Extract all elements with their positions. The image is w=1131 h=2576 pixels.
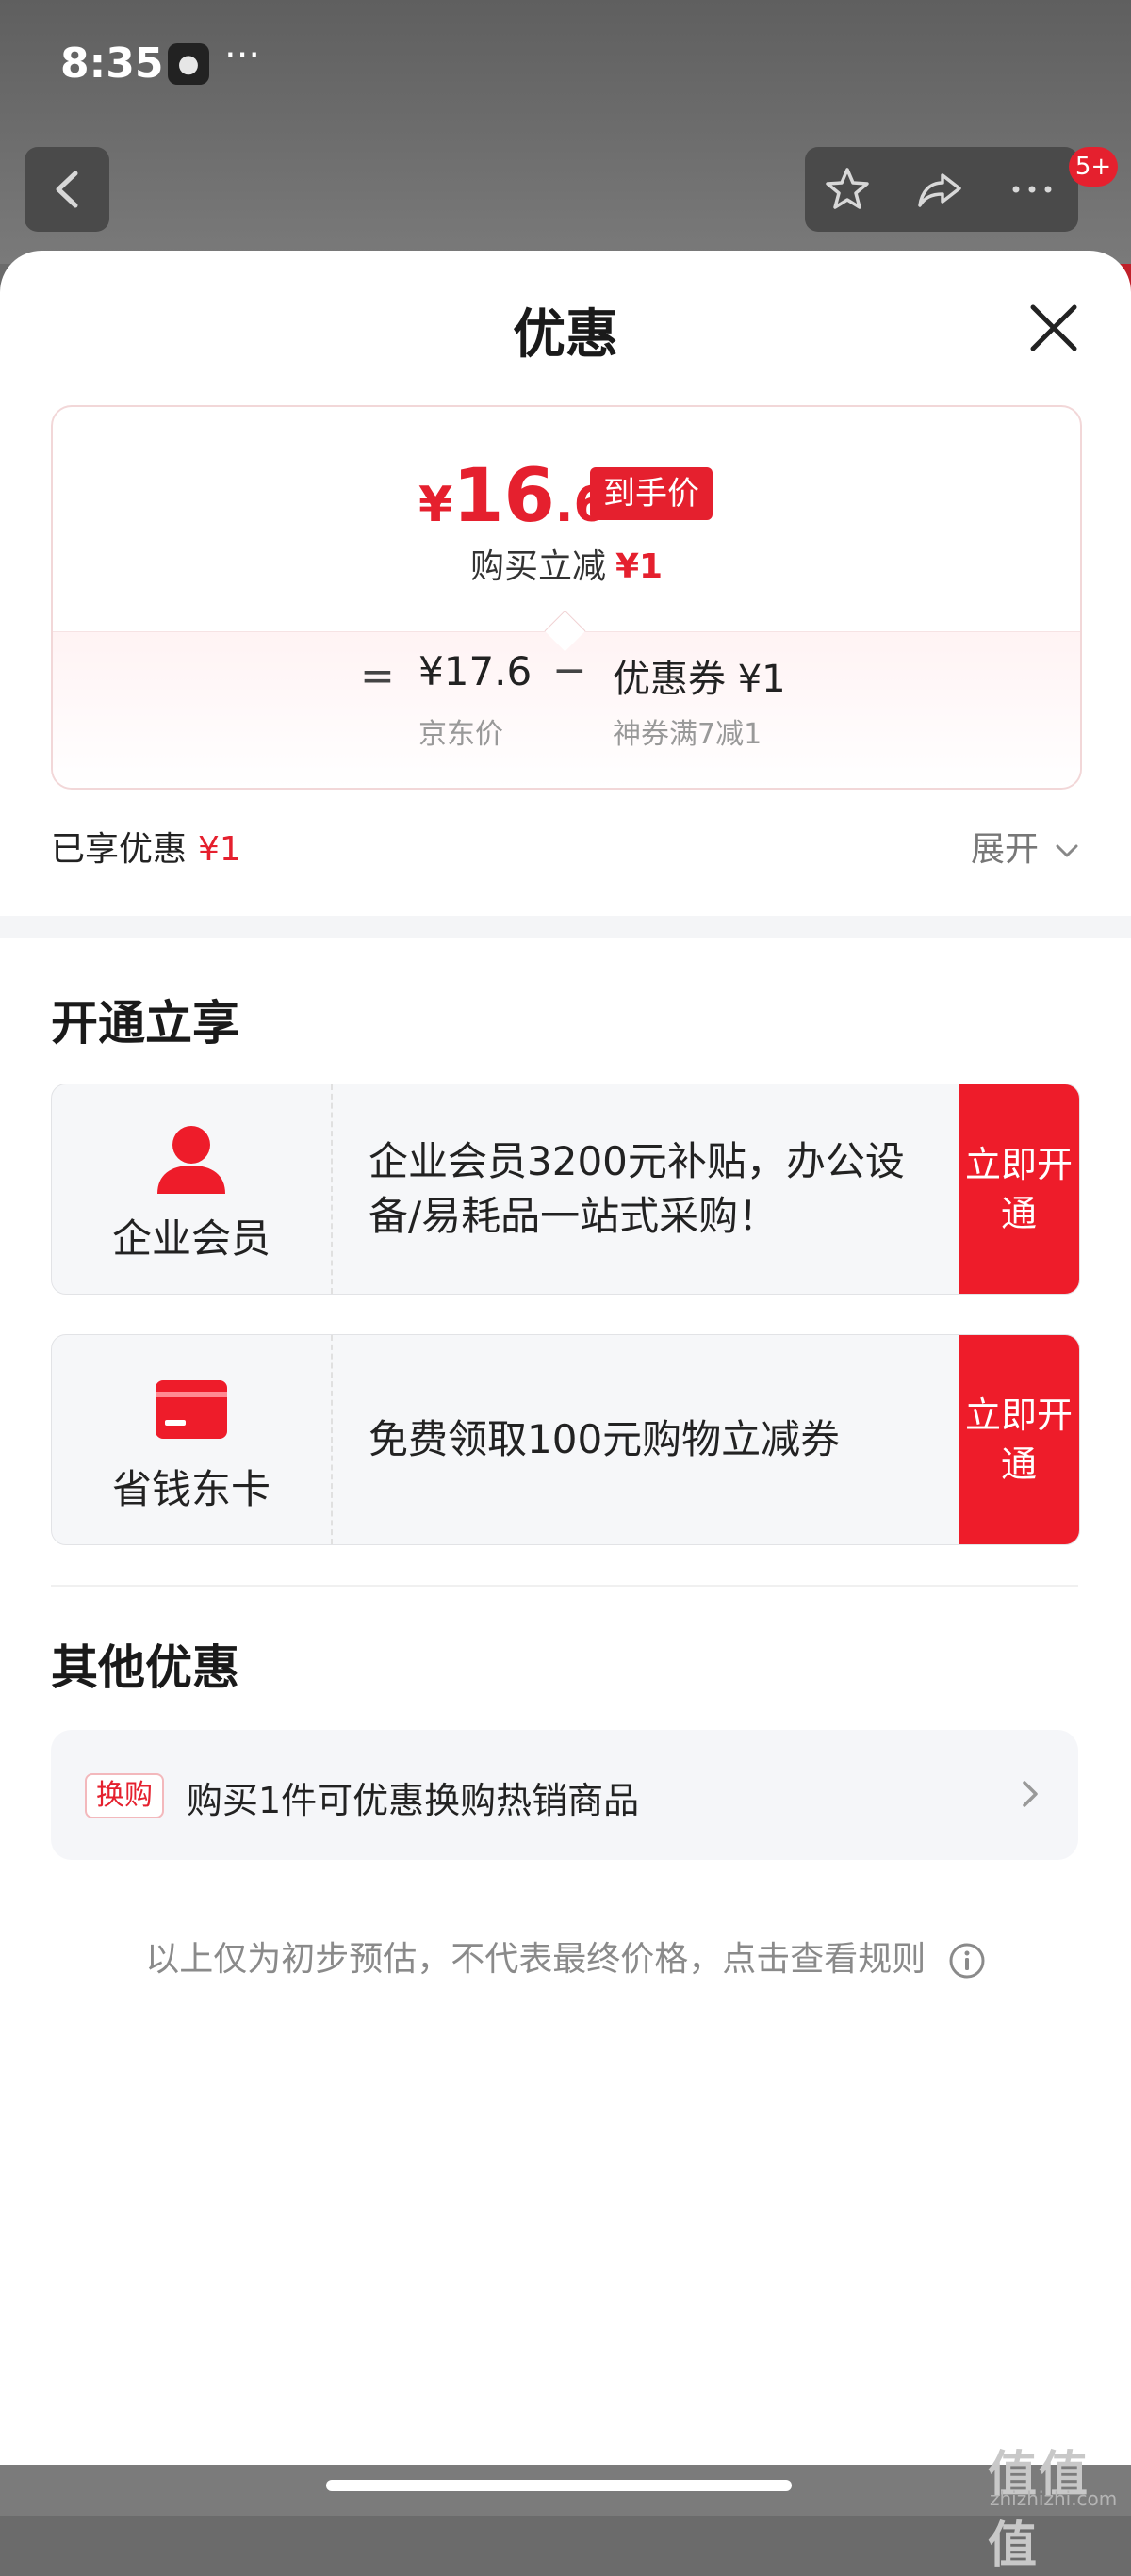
savings-card[interactable]: 省钱东卡 免费领取100元购物立减券 立即开通 [51, 1334, 1080, 1545]
jd-price-label: 京东价 [418, 718, 503, 751]
trade-in-tag: 换购 [85, 1773, 164, 1818]
user-icon [157, 1126, 225, 1194]
open-section-title: 开通立享 [51, 996, 239, 1051]
card-icon [156, 1380, 227, 1439]
disclaimer[interactable]: 以上仅为初步预估，不代表最终价格，点击查看规则 [0, 1932, 1131, 1981]
buy-reduce-line: 购买立减 ¥1 [53, 539, 1080, 588]
chevron-left-icon [56, 171, 78, 208]
final-price-tag: 到手价 [590, 467, 713, 520]
chevron-right-icon [1023, 1781, 1038, 1807]
section-divider [0, 916, 1131, 938]
top-actions-group [805, 147, 1078, 232]
trade-in-text: 购买1件可优惠换购热销商品 [187, 1780, 640, 1821]
jd-price: ¥17.6 [418, 648, 533, 694]
minus-sign: − [552, 646, 587, 694]
divider [51, 1585, 1078, 1587]
card-left: 企业会员 [52, 1084, 333, 1294]
price-breakdown-card: ¥16.6 到手价 购买立减 ¥1 = ¥17.6 京东价 − 优惠券 ¥1 神券… [51, 405, 1082, 790]
info-icon[interactable] [948, 1942, 986, 1980]
close-icon[interactable] [1027, 302, 1080, 354]
card-name: 企业会员 [111, 1215, 270, 1262]
enterprise-member-card[interactable]: 企业会员 企业会员3200元补贴，办公设备/易耗品一站式采购！ 立即开通 [51, 1084, 1080, 1295]
coupon-amount: 优惠券 ¥1 [613, 658, 786, 701]
status-time: 8:35 [60, 40, 164, 88]
enjoyed-discount: 已享优惠 ¥1 [51, 822, 241, 871]
card-left: 省钱东卡 [52, 1335, 333, 1544]
recording-icon: ● [168, 43, 209, 85]
share-icon[interactable] [916, 166, 963, 213]
final-price-integer: 16 [452, 454, 555, 539]
back-button[interactable] [25, 147, 109, 232]
buy-reduce-label: 购买立减 [469, 547, 606, 586]
star-icon[interactable] [824, 166, 871, 213]
more-icon[interactable] [1008, 166, 1056, 213]
expand-button[interactable]: 展开 [971, 822, 1079, 871]
discount-sheet: 优惠 ¥16.6 到手价 购买立减 ¥1 = ¥17.6 京东价 − 优惠券 ¥1… [0, 251, 1131, 2516]
chevron-down-icon [1056, 844, 1078, 857]
cart-badge: 5+ [1069, 147, 1118, 187]
open-now-button[interactable]: 立即开通 [959, 1335, 1079, 1544]
trade-in-offer-row[interactable]: 换购 购买1件可优惠换购热销商品 [51, 1730, 1078, 1860]
equals-sign: = [360, 652, 395, 700]
currency-symbol: ¥ [418, 477, 453, 533]
status-more: ··· [224, 34, 261, 77]
home-indicator[interactable] [326, 2480, 792, 2491]
card-description: 企业会员3200元补贴，办公设备/易耗品一站式采购！ [369, 1138, 905, 1239]
buy-reduce-value: ¥1 [615, 547, 664, 586]
coupon-label: 神券满7减1 [613, 718, 762, 751]
enjoyed-value: ¥1 [198, 830, 241, 869]
enjoyed-label: 已享优惠 [51, 830, 188, 869]
disclaimer-text: 以上仅为初步预估，不代表最终价格，点击查看规则 [145, 1940, 926, 1979]
other-section-title: 其他优惠 [51, 1640, 239, 1695]
card-description: 免费领取100元购物立减券 [369, 1416, 841, 1462]
open-now-button[interactable]: 立即开通 [959, 1084, 1079, 1294]
sheet-title: 优惠 [513, 304, 618, 366]
final-price: ¥16.6 [418, 454, 608, 539]
expand-label: 展开 [971, 830, 1040, 869]
watermark-url: zhizhizhi.com [990, 2487, 1118, 2510]
card-name: 省钱东卡 [111, 1466, 270, 1512]
